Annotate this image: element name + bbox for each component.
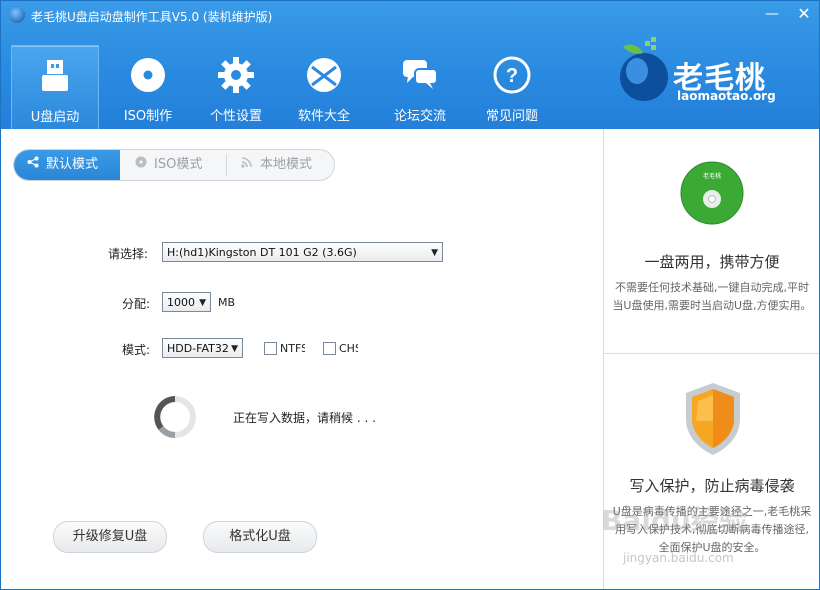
device-label: 请选择:: [108, 247, 149, 261]
alloc-select[interactable]: 1000 ▼: [162, 292, 211, 312]
peach-logo-icon: [620, 37, 668, 101]
tab-iso-mode[interactable]: ISO模式: [122, 150, 202, 180]
mode-tabs: 默认模式 ISO模式 本地模式: [13, 149, 335, 181]
alloc-unit: MB: [218, 296, 236, 309]
feature1-desc: 不需要任何技术基础,一键自动完成,平时当U盘使用,需要时当启动U盘,方便实用。: [612, 281, 812, 312]
chat-icon: [403, 60, 438, 89]
cd-label: 老毛桃: [703, 172, 721, 180]
tab-default-mode[interactable]: 默认模式: [14, 150, 120, 180]
loading-spinner-icon: [154, 396, 196, 438]
main-panel: 默认模式 ISO模式 本地模式 请选择: H:(hd1)Kingston DT …: [1, 129, 603, 589]
nav-label: 常见问题: [485, 109, 538, 124]
nav-label: 个性设置: [209, 109, 262, 124]
alloc-value: 1000: [167, 296, 195, 309]
rss-icon: [240, 150, 254, 180]
format-usb-button[interactable]: 格式化U盘: [203, 521, 317, 553]
chevron-down-icon: ▼: [199, 298, 206, 308]
share-icon: [26, 150, 40, 180]
nav-forum[interactable]: 论坛交流: [377, 45, 463, 129]
question-icon: ?: [493, 56, 531, 94]
side-divider: [604, 353, 819, 354]
device-value: H:(hd1)Kingston DT 101 G2 (3.6G): [167, 246, 357, 259]
tab-divider: [226, 154, 227, 176]
nav-label: 论坛交流: [393, 109, 446, 124]
svg-text:?: ?: [506, 65, 518, 87]
feature1-title: 一盘两用，携带方便: [644, 253, 780, 271]
nav-faq[interactable]: ? 常见问题: [469, 45, 555, 129]
fs-mode-value: HDD-FAT32: [167, 342, 229, 355]
nav-usb-boot[interactable]: U盘启动: [11, 45, 99, 130]
disc-icon: [131, 58, 165, 92]
chs-checkbox[interactable]: [323, 342, 336, 355]
minimize-button[interactable]: —: [761, 5, 783, 23]
close-button[interactable]: ✕: [793, 5, 815, 23]
tab-label: 本地模式: [260, 157, 313, 172]
chevron-down-icon: ▼: [431, 248, 438, 258]
brand-url: laomaotao.org: [677, 89, 776, 103]
header: 老毛桃U盘启动盘制作工具V5.0 (装机维护版) — ✕ U盘启动 ISO制作 …: [1, 1, 819, 130]
nav-label: 软件大全: [297, 109, 350, 124]
gear-icon: [218, 57, 254, 93]
tab-label: ISO模式: [154, 157, 203, 172]
shield-icon: [686, 383, 740, 455]
nav-label: ISO制作: [123, 109, 173, 124]
app-logo-icon: [9, 7, 25, 23]
mode-label: 模式:: [122, 343, 151, 357]
cd-disc-icon: 老毛桃: [680, 161, 744, 225]
tab-local-mode[interactable]: 本地模式: [228, 150, 312, 180]
feature2-title: 写入保护，防止病毒侵袭: [629, 477, 795, 495]
tab-label: 默认模式: [46, 157, 99, 172]
title-bar[interactable]: 老毛桃U盘启动盘制作工具V5.0 (装机维护版) — ✕: [1, 1, 819, 29]
ntfs-checkbox[interactable]: [264, 342, 277, 355]
nav-software[interactable]: 软件大全: [281, 45, 367, 129]
repair-usb-button[interactable]: 升级修复U盘: [53, 521, 167, 553]
alloc-label: 分配:: [122, 297, 151, 311]
app-window: 老毛桃U盘启动盘制作工具V5.0 (装机维护版) — ✕ U盘启动 ISO制作 …: [0, 0, 820, 590]
brand-logo: 老毛桃 laomaotao.org: [613, 37, 803, 107]
fs-mode-select[interactable]: HDD-FAT32 ▼: [162, 338, 243, 358]
progress-status: 正在写入数据，请稍候 . . .: [233, 411, 376, 425]
software-icon: [307, 58, 341, 92]
chs-label: CHS: [339, 342, 358, 355]
nav-personal-settings[interactable]: 个性设置: [193, 45, 279, 129]
disc-icon: [134, 150, 148, 180]
window-title: 老毛桃U盘启动盘制作工具V5.0 (装机维护版): [31, 10, 273, 24]
watermark: Baidu经验: [601, 504, 747, 537]
nav-label: U盘启动: [30, 110, 80, 125]
ntfs-label: NTFS: [280, 342, 305, 355]
device-select[interactable]: H:(hd1)Kingston DT 101 G2 (3.6G) ▼: [162, 242, 443, 262]
usb-drive-icon: [42, 60, 68, 91]
watermark-url: jingyan.baidu.com: [623, 551, 734, 565]
chevron-down-icon: ▼: [229, 339, 238, 357]
nav-iso-make[interactable]: ISO制作: [105, 45, 191, 129]
